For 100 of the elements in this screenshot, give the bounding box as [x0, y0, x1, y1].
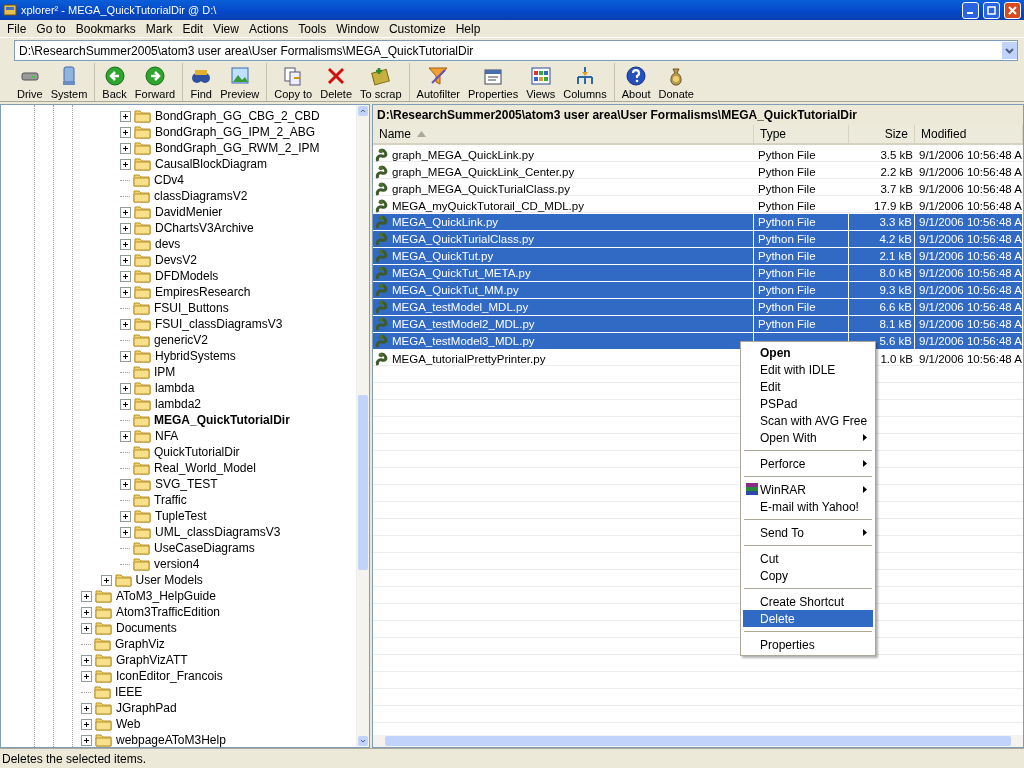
file-name[interactable]: MEGA_QuickTut_MM.py: [392, 284, 519, 296]
tree-item[interactable]: genericV2: [153, 333, 210, 347]
expand-icon[interactable]: [81, 734, 92, 746]
menu-item[interactable]: Open: [743, 344, 873, 361]
tree-item[interactable]: MEGA_QuickTutorialDir: [153, 413, 291, 427]
file-name[interactable]: MEGA_testModel3_MDL.py: [392, 335, 535, 347]
tree-item[interactable]: DavidMenier: [154, 205, 224, 219]
minimize-button[interactable]: [962, 1, 979, 19]
expand-icon[interactable]: [120, 398, 131, 410]
menu-item[interactable]: Perforce: [743, 455, 873, 472]
tree-item[interactable]: classDiagramsV2: [153, 189, 249, 203]
expand-icon[interactable]: [81, 654, 92, 666]
menu-item[interactable]: Help: [450, 21, 486, 36]
file-name[interactable]: graph_MEGA_QuickLink_Center.py: [392, 165, 575, 178]
menu-item[interactable]: Cut: [743, 550, 873, 567]
menu-item[interactable]: Delete: [743, 610, 873, 627]
toolbar-button[interactable]: Donate: [654, 63, 698, 101]
expand-icon[interactable]: [100, 574, 112, 586]
tree-item[interactable]: CausalBlockDiagram: [154, 157, 269, 171]
column-header[interactable]: Size: [849, 125, 915, 143]
tree-item[interactable]: IconEditor_Francois: [115, 669, 224, 683]
file-name[interactable]: MEGA_testModel2_MDL.py: [392, 318, 535, 330]
toolbar-button[interactable]: Drive: [13, 63, 47, 101]
scroll-thumb[interactable]: [358, 395, 368, 570]
column-header[interactable]: Type: [754, 125, 849, 143]
scrollbar[interactable]: [373, 735, 1023, 747]
file-name[interactable]: MEGA_tutorialPrettyPrinter.py: [392, 352, 546, 365]
menu-item[interactable]: Edit: [743, 378, 873, 395]
toolbar-button[interactable]: Autofilter: [412, 63, 464, 101]
menu-item[interactable]: WinRAR: [743, 481, 873, 498]
address-field[interactable]: D:\ResearchSummer2005\atom3 user area\User Formalisms\MEGA_QuickTutorialDir: [15, 43, 1002, 58]
tree-item[interactable]: DevsV2: [154, 253, 199, 267]
expand-icon[interactable]: [120, 158, 131, 170]
tree-item[interactable]: QuickTutorialDir: [153, 445, 241, 459]
menu-item[interactable]: Mark: [140, 21, 178, 36]
menu-item[interactable]: E-mail with Yahoo!: [743, 498, 873, 515]
tree-item[interactable]: BondGraph_GG_CBG_2_CBD: [154, 109, 321, 123]
toolbar-button[interactable]: Preview: [216, 63, 264, 101]
menu-item[interactable]: Bookmarks: [70, 21, 141, 36]
expand-icon[interactable]: [120, 126, 131, 138]
menu-item[interactable]: Actions: [243, 21, 294, 36]
expand-icon[interactable]: [120, 430, 131, 442]
expand-icon[interactable]: [120, 222, 131, 234]
tree-item[interactable]: BondGraph_GG_IPM_2_ABG: [154, 125, 317, 139]
address-bar[interactable]: D:\ResearchSummer2005\atom3 user area\User Formalisms\MEGA_QuickTutorialDir: [14, 40, 1018, 61]
toolbar-button[interactable]: Delete: [316, 63, 356, 101]
expand-icon[interactable]: [120, 318, 131, 330]
tree-item[interactable]: GraphViz: [114, 637, 166, 651]
expand-icon[interactable]: [120, 382, 131, 394]
menu-item[interactable]: Open With: [743, 429, 873, 446]
tree-item[interactable]: JGraphPad: [115, 701, 178, 715]
menu-item[interactable]: Go to: [31, 21, 71, 36]
expand-icon[interactable]: [120, 526, 131, 538]
expand-icon[interactable]: [81, 670, 92, 682]
expand-icon[interactable]: [120, 254, 131, 266]
tree-item[interactable]: DChartsV3Archive: [154, 221, 255, 235]
dropdown-button[interactable]: [1002, 42, 1017, 59]
tree-item[interactable]: UML_classDiagramsV3: [154, 525, 282, 539]
menu-item[interactable]: Copy: [743, 567, 873, 584]
menu-item[interactable]: PSPad: [743, 395, 873, 412]
toolbar-button[interactable]: Copy to: [270, 63, 317, 101]
toolbar-button[interactable]: Forward: [130, 63, 180, 101]
menu-item[interactable]: Edit: [177, 21, 209, 36]
file-name[interactable]: MEGA_QuickLink.py: [392, 216, 499, 228]
column-header[interactable]: Modified: [915, 125, 1023, 143]
menu-item[interactable]: Tools: [293, 21, 332, 36]
maximize-button[interactable]: [983, 1, 1000, 19]
tree-item[interactable]: EmpiresResearch: [154, 285, 252, 299]
expand-icon[interactable]: [120, 510, 131, 522]
scroll-down-icon[interactable]: [358, 736, 368, 746]
expand-icon[interactable]: [81, 606, 92, 618]
scroll-thumb[interactable]: [385, 736, 1011, 746]
tree-item[interactable]: FSUI_Buttons: [153, 301, 230, 315]
tree-item[interactable]: lambda: [154, 381, 196, 395]
scroll-up-icon[interactable]: [358, 106, 368, 116]
tree-item[interactable]: Atom3TrafficEdition: [115, 605, 222, 619]
menu-item[interactable]: View: [208, 21, 244, 36]
scrollbar[interactable]: [356, 105, 369, 747]
file-name[interactable]: graph_MEGA_QuickTurialClass.py: [392, 182, 570, 195]
close-button[interactable]: [1004, 1, 1021, 19]
toolbar-button[interactable]: Columns: [559, 63, 611, 101]
file-name[interactable]: MEGA_myQuickTutorail_CD_MDL.py: [392, 199, 584, 212]
expand-icon[interactable]: [120, 478, 131, 490]
toolbar-button[interactable]: System: [46, 63, 92, 101]
expand-icon[interactable]: [81, 718, 92, 730]
tree-item[interactable]: IPM: [153, 365, 177, 379]
tree-item[interactable]: Real_World_Model: [153, 461, 257, 475]
expand-icon[interactable]: [120, 270, 131, 282]
file-name[interactable]: MEGA_testModel_MDL.py: [392, 301, 529, 313]
menu-item[interactable]: Window: [331, 21, 384, 36]
toolbar-button[interactable]: About: [617, 63, 655, 101]
tree-item[interactable]: CDv4: [153, 173, 185, 187]
tree-item[interactable]: UseCaseDiagrams: [153, 541, 256, 555]
toolbar-button[interactable]: Properties: [464, 63, 523, 101]
toolbar-button[interactable]: To scrap: [356, 63, 406, 101]
tree-item[interactable]: version4: [153, 557, 201, 571]
tree-item[interactable]: FSUI_classDiagramsV3: [154, 317, 284, 331]
file-name[interactable]: MEGA_QuickTut.py: [392, 250, 494, 262]
expand-icon[interactable]: [81, 702, 92, 714]
file-name[interactable]: MEGA_QuickTurialClass.py: [392, 233, 535, 245]
